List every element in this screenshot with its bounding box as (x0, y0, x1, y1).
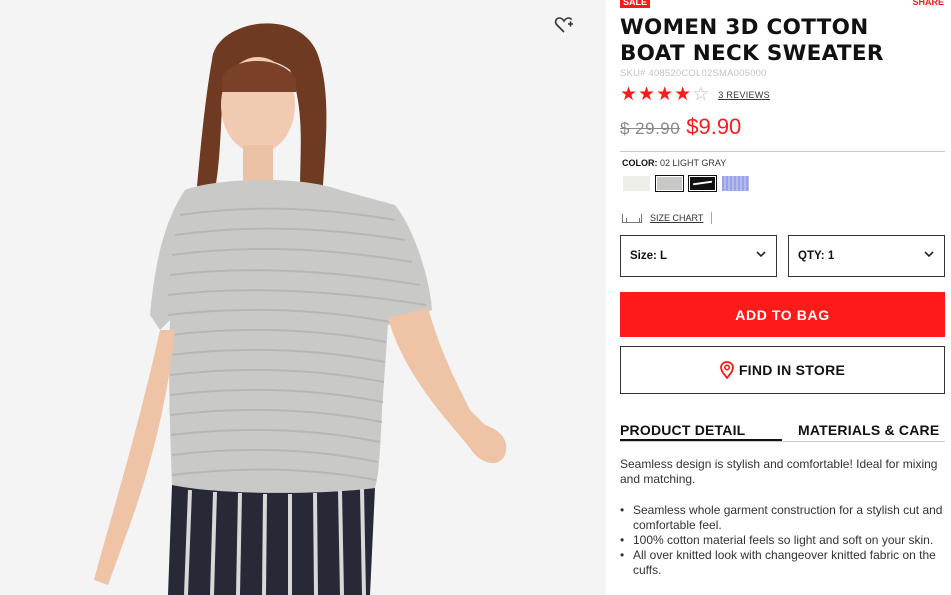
star-filled-icon: ★ (674, 84, 692, 105)
product-info-panel: SALE SHARE WOMEN 3D COTTON BOAT NECK SWE… (620, 0, 946, 595)
star-filled-icon: ★ (638, 84, 656, 105)
product-image (0, 0, 606, 595)
list-item: All over knitted look with changeover kn… (620, 548, 945, 578)
swatch-off-white[interactable] (622, 175, 651, 192)
color-label: COLOR: 02 LIGHT GRAY (622, 158, 726, 168)
star-filled-icon: ★ (620, 84, 638, 105)
color-value: 02 LIGHT GRAY (660, 158, 727, 168)
star-filled-icon: ★ (656, 84, 674, 105)
size-select[interactable]: Size: L (620, 235, 777, 277)
product-rating: ★ ★ ★ ★ ☆ 3 REVIEWS (620, 85, 770, 105)
reviews-link[interactable]: 3 REVIEWS (718, 90, 770, 100)
find-in-store-button[interactable]: FIND IN STORE (620, 346, 945, 394)
tab-materials-care[interactable]: MATERIALS & CARE (798, 421, 939, 439)
detail-tabs: PRODUCT DETAIL MATERIALS & CARE (620, 421, 945, 443)
tab-product-detail[interactable]: PRODUCT DETAIL (620, 421, 782, 441)
list-item: 100% cotton material feels so light and … (620, 533, 945, 548)
divider (620, 151, 945, 152)
qty-select[interactable]: QTY: 1 (788, 235, 945, 277)
feature-list: Seamless whole garment construction for … (620, 503, 945, 578)
size-chart-link[interactable]: SIZE CHART (650, 212, 713, 224)
size-chart[interactable]: SIZE CHART (622, 211, 713, 225)
add-to-bag-button[interactable]: ADD TO BAG (620, 292, 945, 337)
qty-select-label: QTY: (798, 250, 825, 262)
tab-divider (620, 441, 945, 442)
color-swatches (622, 175, 750, 192)
swatch-lavender-blue[interactable] (721, 175, 750, 192)
product-title: WOMEN 3D COTTON BOAT NECK SWEATER (620, 15, 884, 66)
swatch-light-gray[interactable] (655, 175, 684, 192)
add-to-wishlist-icon[interactable] (554, 15, 574, 35)
list-item: Seamless whole garment construction for … (620, 503, 945, 533)
share-link[interactable]: SHARE (912, 0, 944, 8)
product-sku: SKU# 408520COL02SMA005000 (620, 68, 767, 79)
sale-badge: SALE (620, 0, 651, 8)
model-photo-illustration (0, 0, 606, 595)
chevron-down-icon (756, 251, 766, 258)
size-select-label: Size: (630, 250, 657, 262)
color-label-key: COLOR: (622, 158, 658, 168)
qty-select-value: 1 (827, 250, 835, 262)
original-price: $ 29.90 (620, 119, 681, 138)
swatch-black-stripe[interactable] (688, 175, 717, 192)
sale-price: $9.90 (686, 114, 742, 139)
star-empty-icon: ☆ (692, 84, 710, 105)
chevron-down-icon (924, 251, 934, 258)
find-in-store-label: FIND IN STORE (738, 362, 846, 378)
product-description: Seamless design is stylish and comfortab… (620, 457, 938, 486)
ruler-icon (622, 213, 642, 223)
price-block: $ 29.90 $9.90 (620, 114, 741, 144)
product-page: SALE SHARE WOMEN 3D COTTON BOAT NECK SWE… (0, 0, 951, 595)
location-pin-icon (719, 361, 734, 379)
size-select-value: L (660, 250, 668, 262)
